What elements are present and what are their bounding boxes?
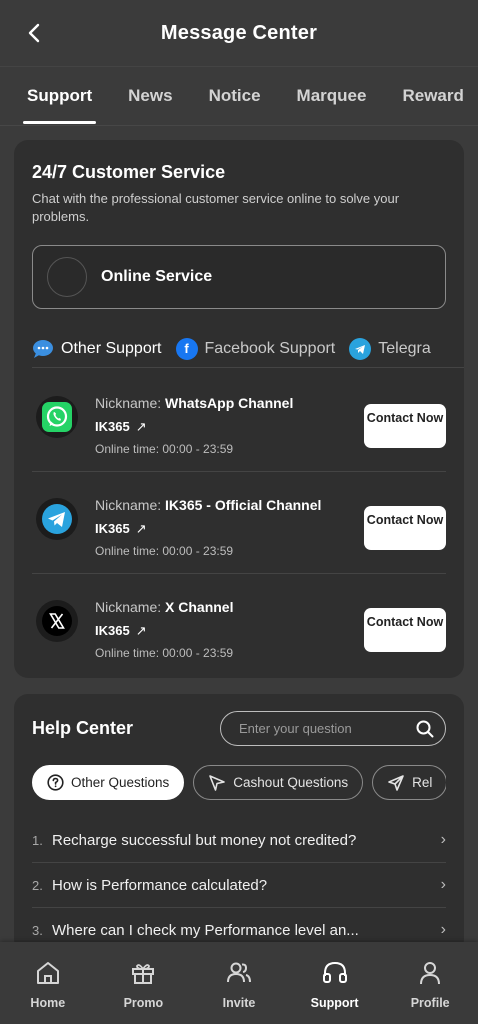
channel-account: IK365 [95, 521, 130, 536]
search-box [220, 711, 446, 746]
question-category-tabs: Other Questions Cashout Questions Rel [32, 765, 446, 801]
tab-cashout-questions-label: Cashout Questions [233, 775, 349, 790]
question-circle-icon [47, 774, 64, 791]
channel-nickname: Nickname: X Channel [95, 599, 234, 615]
faq-text: Recharge successful but money not credit… [52, 831, 357, 849]
bottom-nav: Home Promo Invite Support Profile [0, 942, 478, 1024]
whatsapp-icon [36, 396, 78, 438]
channel-online-time: Online time: 00:00 - 23:59 [95, 544, 234, 558]
channel-row-telegram: Nickname: IK365 - Official Channel IK365… [32, 472, 446, 574]
chat-bubble-icon [32, 338, 54, 360]
tab-other-questions-label: Other Questions [71, 775, 170, 790]
tab-other-questions[interactable]: Other Questions [32, 765, 185, 800]
online-service-avatar [47, 257, 87, 297]
tab-telegram-support-label: Telegra [378, 339, 431, 357]
customer-service-subtitle: Chat with the professional customer serv… [32, 191, 400, 224]
nav-invite-label: Invite [222, 996, 256, 1010]
user-icon [417, 958, 443, 988]
external-link-icon: ↗ [135, 521, 147, 536]
nav-invite[interactable]: Invite [191, 942, 287, 1024]
tab-notice[interactable]: Notice [191, 67, 279, 125]
tab-support[interactable]: Support [0, 67, 110, 125]
x-logo-icon [36, 600, 78, 642]
help-center-card: Help Center Other Questions Cashout Ques… [14, 694, 464, 954]
headset-icon [321, 958, 349, 988]
channel-nickname: Nickname: WhatsApp Channel [95, 395, 293, 411]
channel-name: WhatsApp Channel [165, 395, 294, 411]
paper-plane-icon [387, 774, 405, 792]
home-icon [35, 958, 61, 988]
chevron-right-icon: › [440, 831, 446, 848]
nickname-label: Nickname: [95, 599, 162, 615]
channel-online-time: Online time: 00:00 - 23:59 [95, 646, 234, 660]
faq-number: 2. [32, 877, 43, 893]
header: Message Center [0, 0, 478, 66]
faq-number: 1. [32, 832, 43, 848]
channel-name: X Channel [165, 599, 234, 615]
faq-text: How is Performance calculated? [52, 876, 268, 894]
faq-item[interactable]: 1. Recharge successful but money not cre… [32, 818, 446, 863]
nickname-label: Nickname: [95, 395, 162, 411]
telegram-icon [349, 337, 372, 360]
channel-account-link[interactable]: IK365 ↗ [95, 623, 147, 639]
telegram-icon [36, 498, 78, 540]
tab-related-questions[interactable]: Rel [372, 765, 446, 800]
gift-icon [130, 958, 156, 988]
tab-facebook-support[interactable]: f Facebook Support [175, 330, 336, 367]
online-service-button[interactable]: Online Service [32, 245, 446, 309]
nav-promo[interactable]: Promo [96, 942, 192, 1024]
external-link-icon: ↗ [135, 623, 147, 638]
nav-home[interactable]: Home [0, 942, 96, 1024]
channel-row-x: Nickname: X Channel IK365 ↗ Online time: … [32, 574, 446, 676]
channel-nickname: Nickname: IK365 - Official Channel [95, 497, 321, 513]
contact-now-button[interactable]: Contact Now [364, 404, 446, 448]
nav-support-label: Support [310, 996, 359, 1010]
tab-related-questions-label: Rel [412, 775, 433, 790]
contact-now-button[interactable]: Contact Now [364, 608, 446, 652]
page-title: Message Center [160, 21, 318, 44]
nickname-label: Nickname: [95, 497, 162, 513]
online-service-label: Online Service [101, 268, 213, 285]
nav-profile[interactable]: Profile [382, 942, 478, 1024]
external-link-icon: ↗ [135, 419, 147, 434]
help-center-title: Help Center [32, 718, 134, 738]
back-icon[interactable] [22, 18, 46, 48]
customer-service-title: 24/7 Customer Service [32, 162, 226, 182]
channel-account-link[interactable]: IK365 ↗ [95, 521, 147, 537]
support-tabs: Other Support f Facebook Support Telegra [32, 330, 464, 368]
search-input[interactable] [239, 712, 409, 745]
channel-name: IK365 - Official Channel [165, 497, 322, 513]
channel-account-link[interactable]: IK365 ↗ [95, 419, 147, 435]
channel-account: IK365 [95, 623, 130, 638]
send-arrow-icon [208, 774, 226, 792]
nav-support[interactable]: Support [287, 942, 383, 1024]
nav-profile-label: Profile [410, 996, 450, 1010]
contact-now-button[interactable]: Contact Now [364, 506, 446, 550]
tab-telegram-support[interactable]: Telegra [349, 330, 431, 367]
nav-promo-label: Promo [123, 996, 164, 1010]
tab-cashout-questions[interactable]: Cashout Questions [193, 765, 364, 800]
tab-bar: Support News Notice Marquee Reward [0, 66, 478, 126]
channel-account: IK365 [95, 419, 130, 434]
tab-facebook-support-label: Facebook Support [204, 339, 336, 357]
tab-marquee[interactable]: Marquee [279, 67, 385, 125]
tab-other-support-label: Other Support [61, 339, 162, 357]
channel-row-whatsapp: Nickname: WhatsApp Channel IK365 ↗ Online… [32, 370, 446, 472]
chevron-right-icon: › [440, 876, 446, 893]
chevron-right-icon: › [440, 921, 446, 938]
tab-other-support[interactable]: Other Support [32, 330, 162, 367]
faq-number: 3. [32, 922, 43, 938]
tab-reward[interactable]: Reward [384, 67, 478, 125]
nav-home-label: Home [30, 996, 66, 1010]
faq-text: Where can I check my Performance level a… [52, 921, 359, 939]
faq-item[interactable]: 2. How is Performance calculated? › [32, 863, 446, 908]
users-icon [225, 958, 253, 988]
tab-news[interactable]: News [110, 67, 190, 125]
search-icon[interactable] [415, 719, 435, 744]
channel-online-time: Online time: 00:00 - 23:59 [95, 442, 234, 456]
customer-service-card: 24/7 Customer Service Chat with the prof… [14, 140, 464, 678]
facebook-icon: f [175, 337, 198, 360]
